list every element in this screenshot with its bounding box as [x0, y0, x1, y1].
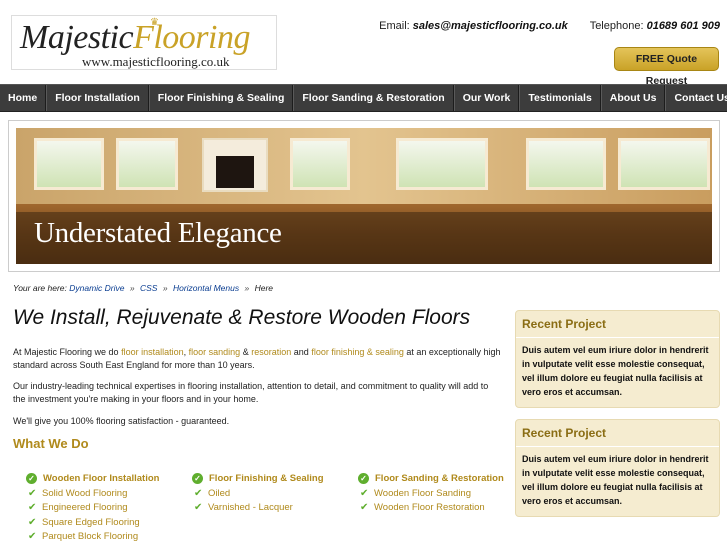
hero-banner: Understated Elegance [8, 120, 720, 272]
service-item[interactable]: ✔ Varnished - Lacquer [192, 501, 324, 516]
intro-text: and [293, 347, 309, 357]
nav-item-floor-sanding[interactable]: Floor Sanding & Restoration [293, 85, 454, 111]
email-link[interactable]: sales@majesticflooring.co.uk [413, 20, 568, 32]
service-heading[interactable]: ✓ Floor Sanding & Restoration [358, 470, 504, 486]
check-circle-icon: ✓ [192, 472, 203, 484]
breadcrumb-link-dynamic-drive[interactable]: Dynamic Drive [69, 283, 124, 293]
recent-project-text: Duis autem vel eum iriure dolor in hendr… [522, 454, 709, 506]
logo-word-majestic: Majestic [20, 19, 134, 56]
contact-info: Email: sales@majesticflooring.co.uk Tele… [379, 20, 720, 32]
intro-text: & [242, 347, 249, 357]
link-floor-sanding[interactable]: floor sanding [189, 347, 241, 357]
service-item[interactable]: ✔ Solid Wood Flooring [26, 486, 159, 501]
checkmark-icon: ✔ [28, 502, 37, 514]
breadcrumb-prefix: Your are here: [13, 283, 67, 293]
site-header: ♛ MajesticFlooring www.majesticflooring.… [0, 0, 727, 87]
intro-paragraph: At Majestic Flooring we do floor install… [13, 346, 503, 371]
breadcrumb-separator: » [162, 283, 168, 293]
check-circle-icon: ✓ [358, 472, 369, 484]
check-circle-icon: ✓ [26, 472, 37, 484]
service-heading-label: Wooden Floor Installation [43, 472, 160, 484]
nav-item-testimonials[interactable]: Testimonials [519, 85, 601, 111]
nav-item-contact-us[interactable]: Contact Us [665, 85, 727, 111]
checkmark-icon: ✔ [28, 487, 37, 499]
breadcrumb-link-horizontal-menus[interactable]: Horizontal Menus [173, 283, 239, 293]
service-item-label: Varnished - Lacquer [208, 502, 293, 514]
checkmark-icon: ✔ [360, 502, 369, 514]
service-column-finishing: ✓ Floor Finishing & Sealing ✔ Oiled ✔ Varni… [192, 470, 324, 515]
nav-item-our-work[interactable]: Our Work [453, 85, 520, 111]
service-column-sanding: ✓ Floor Sanding & Restoration ✔ Wooden Flo… [358, 470, 504, 515]
nav-item-home[interactable]: Home [0, 85, 47, 111]
service-item-label: Wooden Floor Restoration [374, 502, 485, 514]
logo-url: www.majesticflooring.co.uk [82, 54, 230, 69]
what-we-do-heading: What We Do [13, 436, 89, 451]
email-label: Email: [379, 20, 410, 32]
service-item[interactable]: ✔ Oiled [192, 486, 324, 501]
service-item-label: Solid Wood Flooring [42, 487, 128, 499]
checkmark-icon: ✔ [360, 487, 369, 499]
service-item[interactable]: ✔ Wooden Floor Restoration [358, 501, 504, 516]
phone-number: 01689 601 909 [646, 20, 720, 32]
service-heading-label: Floor Finishing & Sealing [209, 472, 324, 484]
recent-project-title: Recent Project [516, 420, 719, 447]
breadcrumb-link-css[interactable]: CSS [140, 283, 157, 293]
logo-word-flooring: Flooring [133, 19, 250, 56]
service-column-installation: ✓ Wooden Floor Installation ✔ Solid Wood F… [26, 470, 159, 544]
recent-project-title: Recent Project [516, 311, 719, 338]
intro-text: At Majestic Flooring we do [13, 347, 119, 357]
service-item[interactable]: ✔ Square Edged Flooring [26, 515, 159, 530]
intro-text: , [183, 347, 187, 357]
breadcrumb-current: Here [254, 283, 274, 293]
service-item[interactable]: ✔ Engineered Flooring [26, 501, 159, 516]
service-item[interactable]: ✔ Parquet Block Flooring [26, 530, 159, 545]
page-title: We Install, Rejuvenate & Restore Wooden … [13, 306, 471, 329]
phone-label: Telephone: [589, 20, 644, 32]
breadcrumb-separator: » [244, 283, 250, 293]
checkmark-icon: ✔ [194, 487, 203, 499]
nav-item-floor-finishing[interactable]: Floor Finishing & Sealing [148, 85, 294, 111]
fireplace-graphic [202, 138, 268, 192]
banner-caption: Understated Elegance [34, 217, 282, 249]
nav-item-about-us[interactable]: About Us [600, 85, 666, 111]
link-floor-installation[interactable]: floor installation [121, 347, 184, 357]
nav-item-floor-installation[interactable]: Floor Installation [46, 85, 149, 111]
hero-image: Understated Elegance [16, 128, 712, 264]
service-heading[interactable]: ✓ Floor Finishing & Sealing [192, 470, 324, 486]
checkmark-icon: ✔ [28, 516, 37, 528]
service-heading-label: Floor Sanding & Restoration [375, 472, 504, 484]
link-floor-finishing[interactable]: floor finishing & sealing [311, 347, 404, 357]
checkmark-icon: ✔ [28, 531, 37, 543]
recent-project-text: Duis autem vel eum iriure dolor in hendr… [522, 345, 709, 397]
service-item-label: Parquet Block Flooring [42, 531, 139, 543]
recent-project-box: Recent Project Duis autem vel eum iriure… [515, 419, 720, 517]
site-logo[interactable]: ♛ MajesticFlooring www.majesticflooring.… [11, 15, 277, 70]
expertise-paragraph: Our industry-leading technical expertise… [13, 381, 489, 404]
breadcrumb: Your are here: Dynamic Drive » CSS » Hor… [13, 283, 273, 293]
service-item[interactable]: ✔ Wooden Floor Sanding [358, 486, 504, 501]
guarantee-paragraph: We'll give you 100% flooring satisfactio… [13, 416, 230, 426]
link-restoration[interactable]: resoration [251, 347, 291, 357]
service-heading[interactable]: ✓ Wooden Floor Installation [26, 470, 159, 486]
recent-project-box: Recent Project Duis autem vel eum iriure… [515, 310, 720, 408]
free-quote-button[interactable]: FREE Quote Request [614, 47, 719, 87]
service-item-label: Oiled [208, 487, 231, 499]
logo-wordmark: MajesticFlooring [20, 18, 250, 58]
main-navigation: Home Floor Installation Floor Finishing … [0, 84, 727, 112]
checkmark-icon: ✔ [194, 502, 203, 514]
service-item-label: Square Edged Flooring [42, 516, 140, 528]
breadcrumb-separator: » [129, 283, 135, 293]
service-item-label: Engineered Flooring [42, 502, 128, 514]
service-item-label: Wooden Floor Sanding [374, 487, 471, 499]
